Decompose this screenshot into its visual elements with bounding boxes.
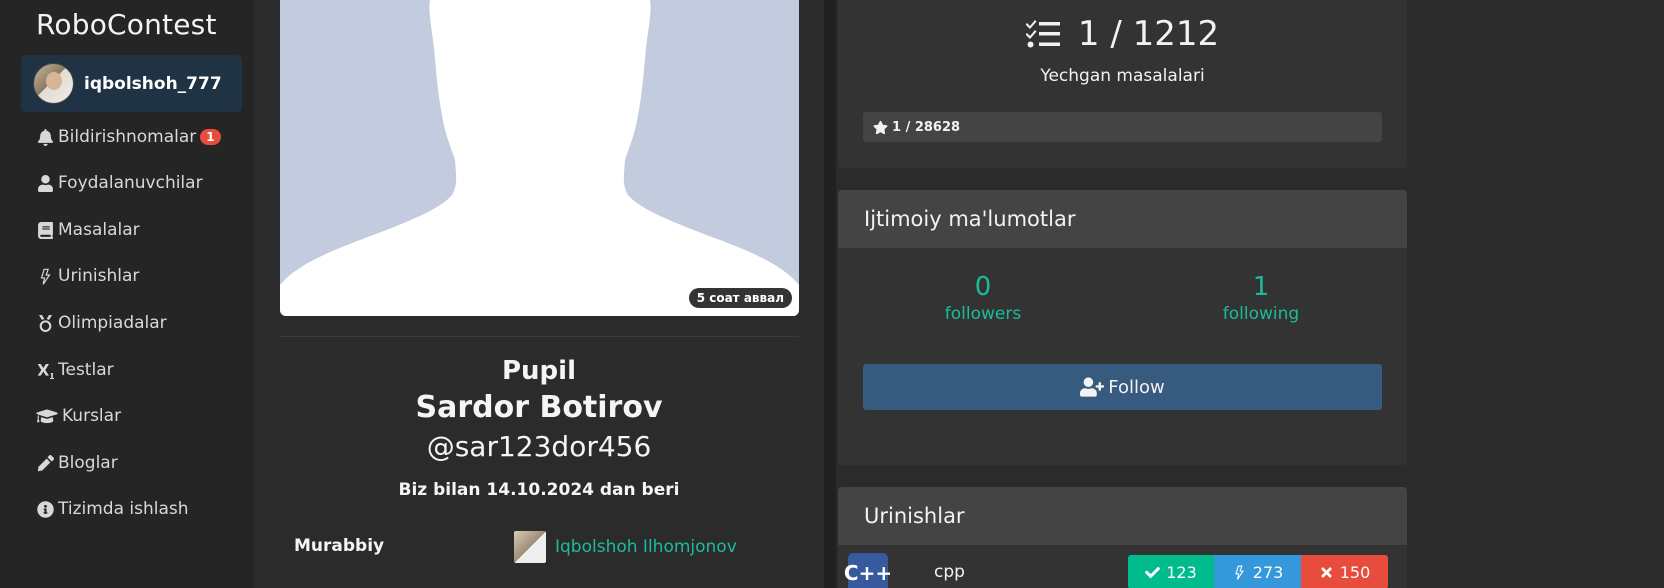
- tasks-checklist-icon: [1025, 20, 1060, 48]
- bolt-icon: [36, 267, 54, 285]
- sidebar-item-label: Urinishlar: [58, 266, 140, 286]
- lang-icon-text: C++: [843, 561, 893, 585]
- sidebar-item-label: Kurslar: [62, 406, 122, 426]
- member-since: Biz bilan 14.10.2024 dan beri: [398, 480, 680, 500]
- sidebar-item-label: Foydalanuvchilar: [58, 173, 203, 193]
- coach-label: Murabbiy: [294, 536, 385, 556]
- followers-label: followers: [944, 304, 1022, 324]
- sidebar-item-label: Olimpiadalar: [58, 313, 167, 333]
- followers-count: 0: [974, 272, 992, 302]
- medal-icon: [36, 314, 54, 332]
- bolt-icon: [1234, 565, 1244, 580]
- language-name: cpp: [934, 562, 965, 582]
- close-icon: [1321, 566, 1332, 578]
- accepted-count-badge[interactable]: 123: [1128, 555, 1214, 588]
- sidebar-item-blogs[interactable]: Bloglar: [36, 451, 118, 475]
- avatar: [33, 63, 74, 104]
- cpp-language-icon: C++: [844, 553, 892, 588]
- sidebar-item-olympiads[interactable]: Olimpiadalar: [36, 311, 167, 335]
- sidebar-item-notifications[interactable]: Bildirishnomalar 1: [36, 125, 221, 149]
- sidebar-item-label: Testlar: [58, 360, 114, 380]
- social-card-title: Ijtimoiy ma'lumotlar: [838, 190, 1407, 248]
- divider: [280, 336, 799, 337]
- user-rank: Pupil: [501, 356, 576, 386]
- failed-count: 150: [1339, 562, 1371, 582]
- pen-icon: [36, 454, 54, 472]
- brand-logo[interactable]: RoboContest: [36, 8, 217, 41]
- profile-photo: 5 соат аввал: [280, 0, 799, 316]
- sidebar-item-tests[interactable]: Testlar: [36, 358, 114, 382]
- profile-panel: 5 соат аввал Pupil Sardor Botirov @sar12…: [254, 0, 824, 588]
- following-stat[interactable]: 1 following: [1181, 272, 1341, 324]
- follow-button-label: Follow: [1108, 376, 1165, 398]
- attempts-count: 273: [1252, 562, 1284, 582]
- sidebar-item-label: Masalalar: [58, 220, 140, 240]
- sidebar-item-label: Bildirishnomalar: [58, 127, 197, 147]
- sidebar-item-users[interactable]: Foydalanuvchilar: [36, 171, 203, 195]
- follow-button[interactable]: Follow: [863, 364, 1382, 410]
- accepted-count: 123: [1166, 562, 1197, 582]
- social-info-card: Ijtimoiy ma'lumotlar 0 followers 1 follo…: [838, 190, 1407, 465]
- coach-avatar: [514, 531, 546, 563]
- book-icon: [36, 221, 54, 239]
- sidebar-item-label: Bloglar: [58, 453, 118, 473]
- graduation-cap-icon: [36, 407, 58, 425]
- attempts-card: Urinishlar C++ cpp 123 273 150: [838, 487, 1407, 588]
- column-gutter: [824, 0, 836, 588]
- current-user-chip[interactable]: iqbolshoh_777: [21, 55, 242, 112]
- bell-icon: [36, 128, 54, 146]
- failed-count-badge[interactable]: 150: [1301, 555, 1388, 588]
- subscript-icon: [36, 361, 54, 379]
- user-plus-icon: [1080, 377, 1105, 397]
- coach-link[interactable]: Iqbolshoh Ilhomjonov: [514, 531, 737, 563]
- solved-count-value: 1 / 1212: [1077, 14, 1220, 54]
- right-empty-area: [1407, 0, 1664, 588]
- rating-rank-value: 1 / 28628: [892, 119, 961, 135]
- default-avatar-silhouette-icon: [280, 0, 799, 316]
- solved-stats-card: 1 / 1212 Yechgan masalalari 1 / 28628: [838, 0, 1407, 168]
- coach-name[interactable]: Iqbolshoh Ilhomjonov: [555, 537, 737, 557]
- sidebar-item-attempts[interactable]: Urinishlar: [36, 264, 139, 288]
- check-icon: [1145, 566, 1161, 578]
- sidebar-item-problems[interactable]: Masalalar: [36, 218, 140, 242]
- photo-time-badge: 5 соат аввал: [688, 288, 792, 308]
- solved-count: 1 / 1212: [838, 14, 1407, 54]
- attempts-card-title: Urinishlar: [838, 487, 1407, 545]
- sidebar: RoboContest iqbolshoh_777 Bildirishnomal…: [0, 0, 254, 588]
- info-icon: [36, 500, 54, 518]
- rating-rank-bar: 1 / 28628: [863, 112, 1382, 142]
- solved-label: Yechgan masalalari: [1040, 66, 1205, 86]
- notification-count-badge: 1: [200, 129, 221, 145]
- user-icon: [36, 174, 54, 192]
- attempts-count-badge[interactable]: 273: [1214, 555, 1301, 588]
- user-handle: @sar123dor456: [426, 430, 652, 463]
- star-icon: [873, 120, 888, 134]
- sidebar-item-system-guide[interactable]: Tizimda ishlash: [36, 497, 189, 521]
- current-username: iqbolshoh_777: [84, 73, 222, 94]
- following-label: following: [1222, 304, 1300, 324]
- sidebar-item-label: Tizimda ishlash: [58, 499, 189, 519]
- following-count: 1: [1252, 272, 1270, 302]
- user-full-name: Sardor Botirov: [415, 390, 663, 425]
- followers-stat[interactable]: 0 followers: [903, 272, 1063, 324]
- sidebar-item-courses[interactable]: Kurslar: [36, 404, 121, 428]
